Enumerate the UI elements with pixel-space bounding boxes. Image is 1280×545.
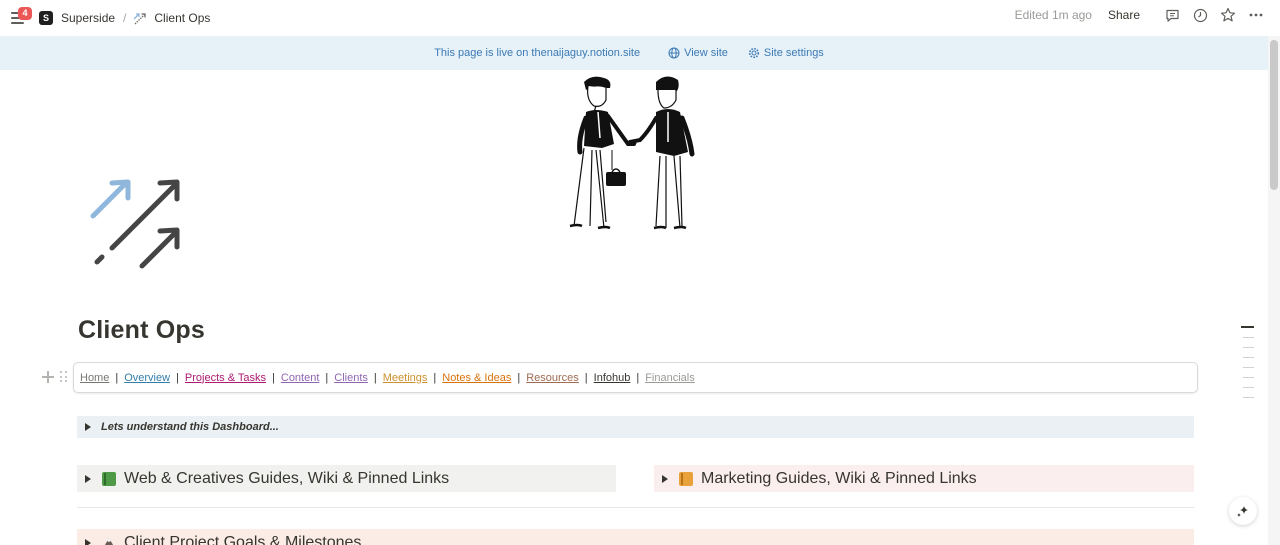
edited-timestamp: Edited 1m ago bbox=[1014, 8, 1092, 22]
toggle-web-guides[interactable]: Web & Creatives Guides, Wiki & Pinned Li… bbox=[77, 465, 616, 492]
nav-link-home[interactable]: Home bbox=[80, 372, 109, 384]
star-icon[interactable] bbox=[1220, 7, 1236, 23]
breadcrumb-separator: / bbox=[123, 11, 127, 25]
toggle-goals-label: Client Project Goals & Milestones bbox=[124, 533, 362, 545]
toggle-arrow-icon[interactable] bbox=[85, 474, 91, 483]
scrollbar-thumb[interactable] bbox=[1270, 40, 1278, 190]
nav-separator: | bbox=[373, 371, 377, 384]
add-block-icon[interactable] bbox=[42, 371, 54, 383]
nav-link-content[interactable]: Content bbox=[281, 372, 320, 384]
nav-link-meetings[interactable]: Meetings bbox=[383, 372, 428, 384]
toggle-marketing-label: Marketing Guides, Wiki & Pinned Links bbox=[701, 469, 977, 487]
live-site-banner: This page is live on thenaijaguy.notion.… bbox=[0, 36, 1268, 70]
breadcrumb: S Superside / Client Ops bbox=[39, 9, 212, 27]
nav-link-projects-tasks[interactable]: Projects & Tasks bbox=[185, 372, 266, 384]
page-navigation: Home | Overview | Projects & Tasks | Content | C… bbox=[73, 362, 1198, 393]
site-settings-link[interactable]: Site settings bbox=[748, 47, 824, 59]
mountain-icon bbox=[104, 537, 114, 545]
nav-separator: | bbox=[272, 371, 275, 384]
notification-badge: 4 bbox=[18, 7, 32, 20]
green-book-icon bbox=[102, 471, 116, 486]
site-settings-label: Site settings bbox=[763, 47, 824, 59]
page-title[interactable]: Client Ops bbox=[78, 316, 205, 345]
block-handles bbox=[42, 371, 68, 383]
toggle-marketing-guides[interactable]: Marketing Guides, Wiki & Pinned Links bbox=[654, 465, 1194, 492]
sparkle-icon bbox=[1237, 506, 1248, 517]
nav-link-infohub[interactable]: Infohub bbox=[594, 372, 631, 384]
divider bbox=[77, 507, 1194, 508]
toggle-arrow-icon[interactable] bbox=[85, 423, 91, 431]
nav-separator: | bbox=[636, 371, 640, 384]
more-icon[interactable] bbox=[1248, 7, 1264, 23]
nav-link-notes-ideas[interactable]: Notes & Ideas bbox=[442, 372, 511, 384]
workspace-icon: S bbox=[39, 11, 53, 25]
nav-separator: | bbox=[584, 371, 588, 384]
clock-icon[interactable] bbox=[1192, 7, 1208, 23]
nav-link-resources[interactable]: Resources bbox=[526, 372, 579, 384]
nav-link-overview[interactable]: Overview bbox=[124, 372, 170, 384]
ai-assistant-button[interactable] bbox=[1229, 497, 1257, 525]
toggle-arrow-icon[interactable] bbox=[85, 538, 91, 545]
toggle-arrow-icon[interactable] bbox=[662, 474, 668, 483]
arrows-up-right-icon bbox=[133, 13, 147, 25]
nav-separator: | bbox=[115, 371, 119, 384]
nav-link-clients[interactable]: Clients bbox=[334, 372, 368, 384]
toggle-project-goals[interactable]: Client Project Goals & Milestones bbox=[77, 529, 1194, 545]
share-button[interactable]: Share bbox=[1108, 8, 1140, 22]
breadcrumb-workspace[interactable]: Superside bbox=[59, 9, 117, 27]
nav-separator: | bbox=[176, 371, 179, 384]
nav-separator: | bbox=[517, 371, 521, 384]
globe-icon bbox=[668, 47, 680, 59]
drag-handle-icon[interactable] bbox=[60, 371, 68, 383]
topbar-actions: Edited 1m ago Share bbox=[1015, 7, 1264, 23]
table-of-contents[interactable] bbox=[1240, 326, 1254, 407]
comment-icon[interactable] bbox=[1164, 7, 1180, 23]
nav-separator: | bbox=[325, 371, 329, 384]
live-site-text: This page is live on thenaijaguy.notion.… bbox=[434, 47, 641, 59]
breadcrumb-page[interactable]: Client Ops bbox=[152, 9, 212, 27]
orange-book-icon bbox=[679, 471, 693, 486]
toggle-web-label: Web & Creatives Guides, Wiki & Pinned Li… bbox=[124, 469, 450, 487]
view-site-link[interactable]: View site bbox=[668, 47, 728, 59]
gear-icon bbox=[748, 47, 759, 59]
nav-separator: | bbox=[433, 371, 437, 384]
nav-link-financials[interactable]: Financials bbox=[645, 372, 695, 384]
view-site-label: View site bbox=[684, 47, 728, 59]
top-bar: 4 S Superside / Client Ops Edited 1m ago… bbox=[0, 0, 1280, 36]
arrows-up-right-icon bbox=[90, 179, 180, 269]
toggle-dashboard-intro[interactable]: Lets understand this Dashboard... bbox=[77, 416, 1194, 438]
toggle-dashboard-label: Lets understand this Dashboard... bbox=[101, 421, 279, 433]
handshake-illustration bbox=[569, 76, 695, 230]
